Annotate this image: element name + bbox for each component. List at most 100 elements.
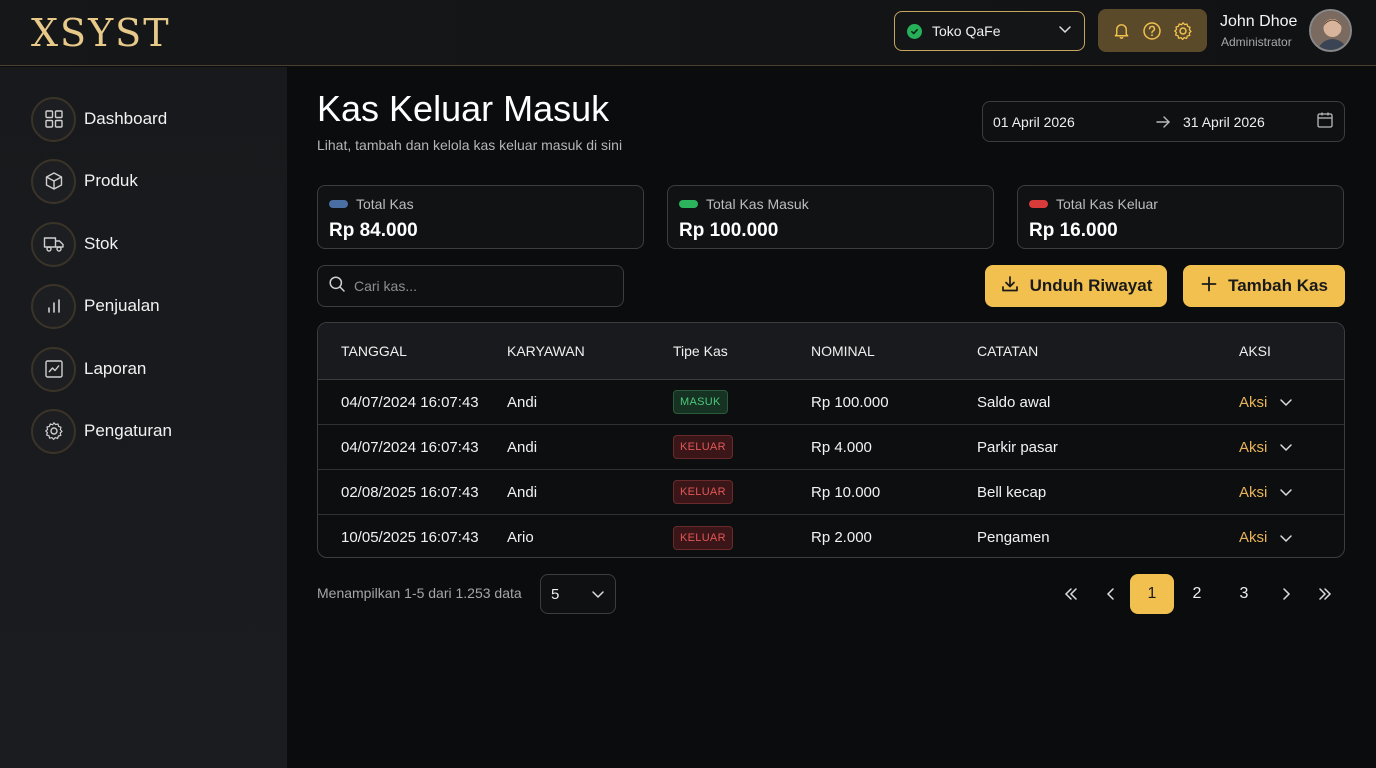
date-range-picker[interactable]: 01 April 2026 31 April 2026 [982,101,1345,142]
top-header: XSYST Toko QaFe John Dhoe Administrator [0,0,1376,66]
sidebar-item-stok[interactable]: Stok [31,221,118,267]
cell-karyawan: Andi [507,483,538,501]
cell-tanggal: 04/07/2024 16:07:43 [341,438,479,456]
search-input[interactable] [354,278,613,294]
chevron-down-icon [1280,444,1293,452]
line-chart-icon [31,346,76,392]
search-box [317,265,624,307]
gear-icon[interactable] [1173,21,1193,41]
date-to: 31 April 2026 [1183,113,1265,130]
add-kas-button[interactable]: Tambah Kas [1183,265,1345,307]
plus-icon [1200,275,1228,298]
row-action-dropdown[interactable]: Aksi [1239,515,1293,557]
chevron-right-icon [1283,588,1291,600]
cell-nominal: Rp 4.000 [811,438,872,456]
page-button-2[interactable]: 2 [1185,574,1209,614]
chevron-down-icon [1280,489,1293,497]
search-icon [328,275,346,298]
table-row: 02/08/2025 16:07:43 Andi KELUAR Rp 10.00… [318,470,1344,515]
chevron-down-icon [1280,534,1293,542]
store-name: Toko QaFe [932,23,1001,39]
kas-table: TANGGAL KARYAWAN Tipe Kas NOMINAL CATATA… [317,322,1345,558]
stat-value: Rp 84.000 [329,220,418,241]
status-badge: KELUAR [673,435,733,459]
stat-value: Rp 16.000 [1029,220,1118,241]
arrow-right-icon [1143,115,1183,129]
per-page-select[interactable]: 5 [540,574,616,614]
per-page-value: 5 [551,585,560,603]
column-header: AKSI [1239,343,1271,359]
sidebar: Dashboard Produk Stok Penjualan Laporan … [0,67,287,768]
app-logo: XSYST [31,11,171,55]
sidebar-item-laporan[interactable]: Laporan [31,346,146,392]
status-pill [329,200,348,208]
status-badge: KELUAR [673,480,733,504]
table-row: 04/07/2024 16:07:43 Andi KELUAR Rp 4.000… [318,425,1344,470]
gear-icon [31,408,76,454]
page-button-1[interactable]: 1 [1130,574,1174,614]
status-pill [1029,200,1048,208]
table-header: TANGGAL KARYAWAN Tipe Kas NOMINAL CATATA… [318,323,1344,380]
sidebar-item-label: Penjualan [84,296,160,315]
chevron-left-icon [1106,588,1114,600]
cell-nominal: Rp 10.000 [811,483,881,501]
last-page-button[interactable] [1315,574,1335,614]
page-subtitle: Lihat, tambah dan kelola kas keluar masu… [317,137,623,153]
sidebar-item-produk[interactable]: Produk [31,158,138,204]
download-icon [1000,274,1030,299]
cell-tipe: KELUAR [673,515,733,557]
double-chevron-right-icon [1319,588,1332,600]
sidebar-item-dashboard[interactable]: Dashboard [31,96,167,142]
column-header: CATATAN [977,343,1039,359]
cell-karyawan: Ario [507,529,534,546]
status-badge: KELUAR [673,525,733,550]
column-header: Tipe Kas [673,343,728,359]
cell-nominal: Rp 2.000 [811,529,872,546]
cell-tipe: MASUK [673,380,728,424]
sidebar-item-pengaturan[interactable]: Pengaturan [31,408,172,454]
cell-karyawan: Andi [507,393,538,411]
cell-tanggal: 02/08/2025 16:07:43 [341,483,479,501]
row-action-dropdown[interactable]: Aksi [1239,380,1293,424]
stat-label: Total Kas Masuk [706,196,809,212]
header-icon-group [1098,9,1207,52]
cell-nominal: Rp 100.000 [811,393,889,411]
stat-card-total-kas: Total Kas Rp 84.000 [317,185,644,249]
grid-icon [31,96,76,142]
sidebar-item-label: Stok [84,234,119,253]
date-from: 01 April 2026 [993,113,1075,130]
prev-page-button[interactable] [1101,574,1121,614]
next-page-button[interactable] [1276,574,1296,614]
truck-icon [31,221,76,267]
cell-catatan: Pengamen [977,529,1050,546]
download-history-button[interactable]: Unduh Riwayat [985,265,1167,307]
status-pill [679,200,698,208]
stat-label: Total Kas [356,196,414,212]
column-header: TANGGAL [341,343,407,359]
calendar-icon[interactable] [1316,111,1334,132]
aksi-label: Aksi [1239,529,1268,546]
download-button-label: Unduh Riwayat [1029,276,1153,295]
cell-catatan: Bell kecap [977,483,1047,501]
store-selector[interactable]: Toko QaFe [894,11,1085,51]
sidebar-item-label: Laporan [84,359,147,378]
avatar[interactable] [1309,9,1352,52]
help-icon[interactable] [1142,21,1162,41]
box-icon [31,158,76,204]
table-row: 04/07/2024 16:07:43 Andi MASUK Rp 100.00… [318,380,1344,425]
aksi-label: Aksi [1239,483,1268,501]
stat-card-total-kas-masuk: Total Kas Masuk Rp 100.000 [667,185,994,249]
cell-karyawan: Andi [507,438,538,456]
bell-icon[interactable] [1112,21,1131,40]
page-title: Kas Keluar Masuk [317,88,610,129]
sidebar-item-penjualan[interactable]: Penjualan [31,283,160,329]
cell-catatan: Saldo awal [977,393,1051,411]
check-circle-icon [907,23,922,39]
chevron-down-icon [1280,399,1293,407]
first-page-button[interactable] [1061,574,1081,614]
double-chevron-left-icon [1064,588,1077,600]
row-action-dropdown[interactable]: Aksi [1239,425,1293,469]
column-header: NOMINAL [811,343,875,359]
page-button-3[interactable]: 3 [1232,574,1256,614]
row-action-dropdown[interactable]: Aksi [1239,470,1293,514]
